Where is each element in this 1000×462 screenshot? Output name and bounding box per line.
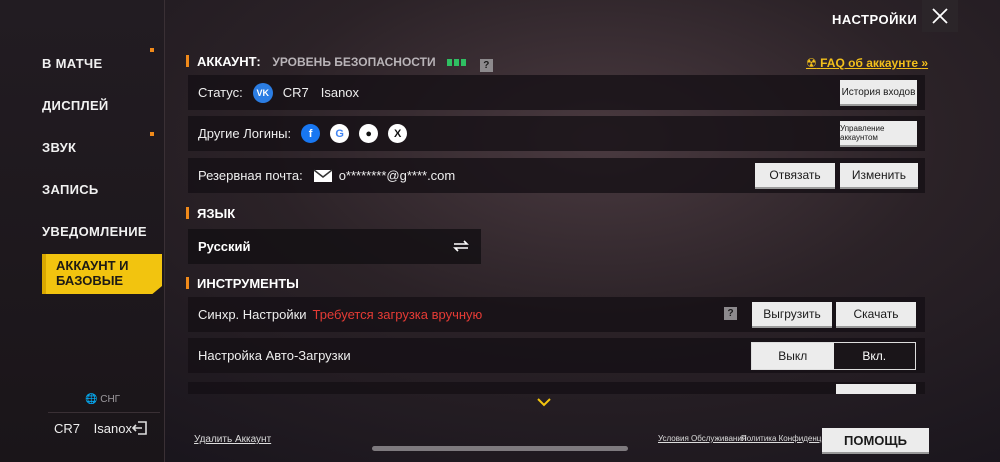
page-title: НАСТРОЙКИ — [832, 12, 918, 27]
sync-label: Синхр. Настройки — [198, 307, 307, 322]
manage-account-label: Управление аккаунтом — [840, 124, 885, 142]
sidebar-item-label-line2: БАЗОВЫЕ — [56, 273, 124, 288]
privacy-link[interactable]: Политика Конфиденц. — [741, 434, 824, 443]
tools-section-title: ИНСТРУМЕНТЫ — [197, 276, 299, 291]
account-section-header: АККАУНТ: УРОВЕНЬ БЕЗОПАСНОСТИ ? — [186, 54, 493, 72]
sidebar-item-label-line1: АККАУНТ И — [56, 258, 129, 273]
security-level-bars — [447, 54, 468, 69]
terms-link[interactable]: Условия Обслуживания — [658, 434, 746, 443]
region-label: СНГ — [100, 394, 121, 405]
help-button-label: ПОМОЩЬ — [844, 432, 907, 448]
chevron-down-icon[interactable] — [537, 397, 551, 407]
status-clan: CR7 — [282, 85, 309, 100]
globe-icon: 🌐 — [85, 394, 98, 405]
google-icon[interactable]: G — [330, 124, 350, 143]
status-name: Isanox — [320, 85, 360, 100]
faq-icon: ☢ — [806, 56, 817, 70]
sidebar-item-label: В МАТЧЕ — [42, 56, 103, 71]
language-section-header: ЯЗЫК — [186, 206, 235, 221]
manage-account-button[interactable]: Управление аккаунтом — [840, 121, 917, 147]
language-selector[interactable]: Русский — [188, 229, 481, 264]
toggle-off-option[interactable]: Выкл — [752, 343, 834, 369]
notification-dot — [150, 48, 154, 52]
faq-link[interactable]: ☢ FAQ об аккаунте » — [806, 56, 928, 70]
other-logins-row: Другие Логины: f G ● X — [188, 116, 925, 151]
sidebar-item-record[interactable]: ЗАПИСЬ — [42, 182, 160, 197]
clipped-button — [836, 384, 916, 394]
mail-icon — [313, 168, 333, 182]
sync-warning: Требуется загрузка вручную — [312, 307, 483, 322]
change-email-label: Изменить — [851, 168, 907, 182]
user-name: Isanox — [93, 421, 132, 436]
swap-icon — [453, 240, 469, 252]
backup-email-label: Резервная почта: — [198, 168, 303, 183]
security-level-label: УРОВЕНЬ БЕЗОПАСНОСТИ — [272, 55, 436, 69]
delete-account-link[interactable]: Удалить Аккаунт — [194, 434, 271, 445]
other-logins-label: Другие Логины: — [198, 126, 292, 141]
language-section-title: ЯЗЫК — [197, 206, 236, 221]
region-indicator: 🌐 СНГ — [85, 394, 120, 405]
user-info: CR7 Isanox — [48, 412, 160, 444]
logout-icon[interactable] — [132, 420, 148, 436]
sidebar-item-label: ДИСПЛЕЙ — [42, 98, 109, 113]
section-marker — [186, 55, 189, 67]
account-section-title: АККАУНТ: — [197, 54, 261, 69]
section-marker — [186, 207, 189, 219]
user-clan: CR7 — [54, 421, 81, 436]
unbind-label: Отвязать — [769, 168, 821, 182]
help-icon[interactable]: ? — [479, 59, 493, 72]
change-email-button[interactable]: Изменить — [840, 163, 918, 189]
faq-link-label: FAQ об аккаунте — [820, 56, 919, 70]
sidebar-item-label: ЗАПИСЬ — [42, 182, 99, 197]
upload-label: Выгрузить — [763, 307, 821, 321]
help-button[interactable]: ПОМОЩЬ — [822, 428, 929, 454]
sidebar-item-notification[interactable]: УВЕДОМЛЕНИЕ — [42, 224, 160, 239]
close-button[interactable] — [922, 0, 958, 32]
apple-icon[interactable]: ● — [359, 124, 379, 143]
backup-email-value: o********@g****.com — [338, 168, 456, 183]
chevrons-right-icon: » — [921, 56, 929, 70]
close-icon — [932, 8, 948, 24]
download-label: Скачать — [853, 307, 899, 321]
status-row: Статус: VK CR7 Isanox — [188, 75, 925, 110]
sidebar-item-label: УВЕДОМЛЕНИЕ — [42, 224, 147, 239]
facebook-icon[interactable]: f — [301, 124, 321, 143]
vk-icon: VK — [252, 82, 273, 103]
notification-dot — [150, 132, 154, 136]
upload-button[interactable]: Выгрузить — [752, 302, 832, 328]
section-marker — [186, 277, 189, 289]
help-icon[interactable]: ? — [724, 307, 737, 320]
status-label: Статус: — [198, 85, 243, 100]
x-icon[interactable]: X — [388, 124, 408, 143]
clipped-row — [188, 382, 925, 394]
unbind-button[interactable]: Отвязать — [755, 163, 835, 189]
auto-download-label: Настройка Авто-Загрузки — [198, 348, 351, 363]
sidebar-item-account[interactable]: АККАУНТ И БАЗОВЫЕ — [42, 254, 162, 294]
login-history-button[interactable]: История входов — [840, 80, 917, 106]
sidebar-item-sound[interactable]: ЗВУК — [42, 132, 160, 155]
sidebar-item-display[interactable]: ДИСПЛЕЙ — [42, 98, 160, 113]
home-indicator[interactable] — [372, 446, 628, 451]
download-button[interactable]: Скачать — [836, 302, 916, 328]
language-current: Русский — [198, 239, 251, 254]
toggle-on-option[interactable]: Вкл. — [833, 343, 915, 369]
sidebar-item-in-match[interactable]: В МАТЧЕ — [42, 48, 160, 71]
tools-section-header: ИНСТРУМЕНТЫ — [186, 276, 299, 291]
login-history-label: История входов — [841, 86, 916, 98]
auto-download-toggle[interactable]: Выкл Вкл. — [751, 342, 916, 370]
sidebar-item-label: ЗВУК — [42, 140, 77, 155]
sidebar: В МАТЧЕ ДИСПЛЕЙ ЗВУК ЗАПИСЬ УВЕДОМЛЕНИЕ … — [0, 0, 165, 462]
